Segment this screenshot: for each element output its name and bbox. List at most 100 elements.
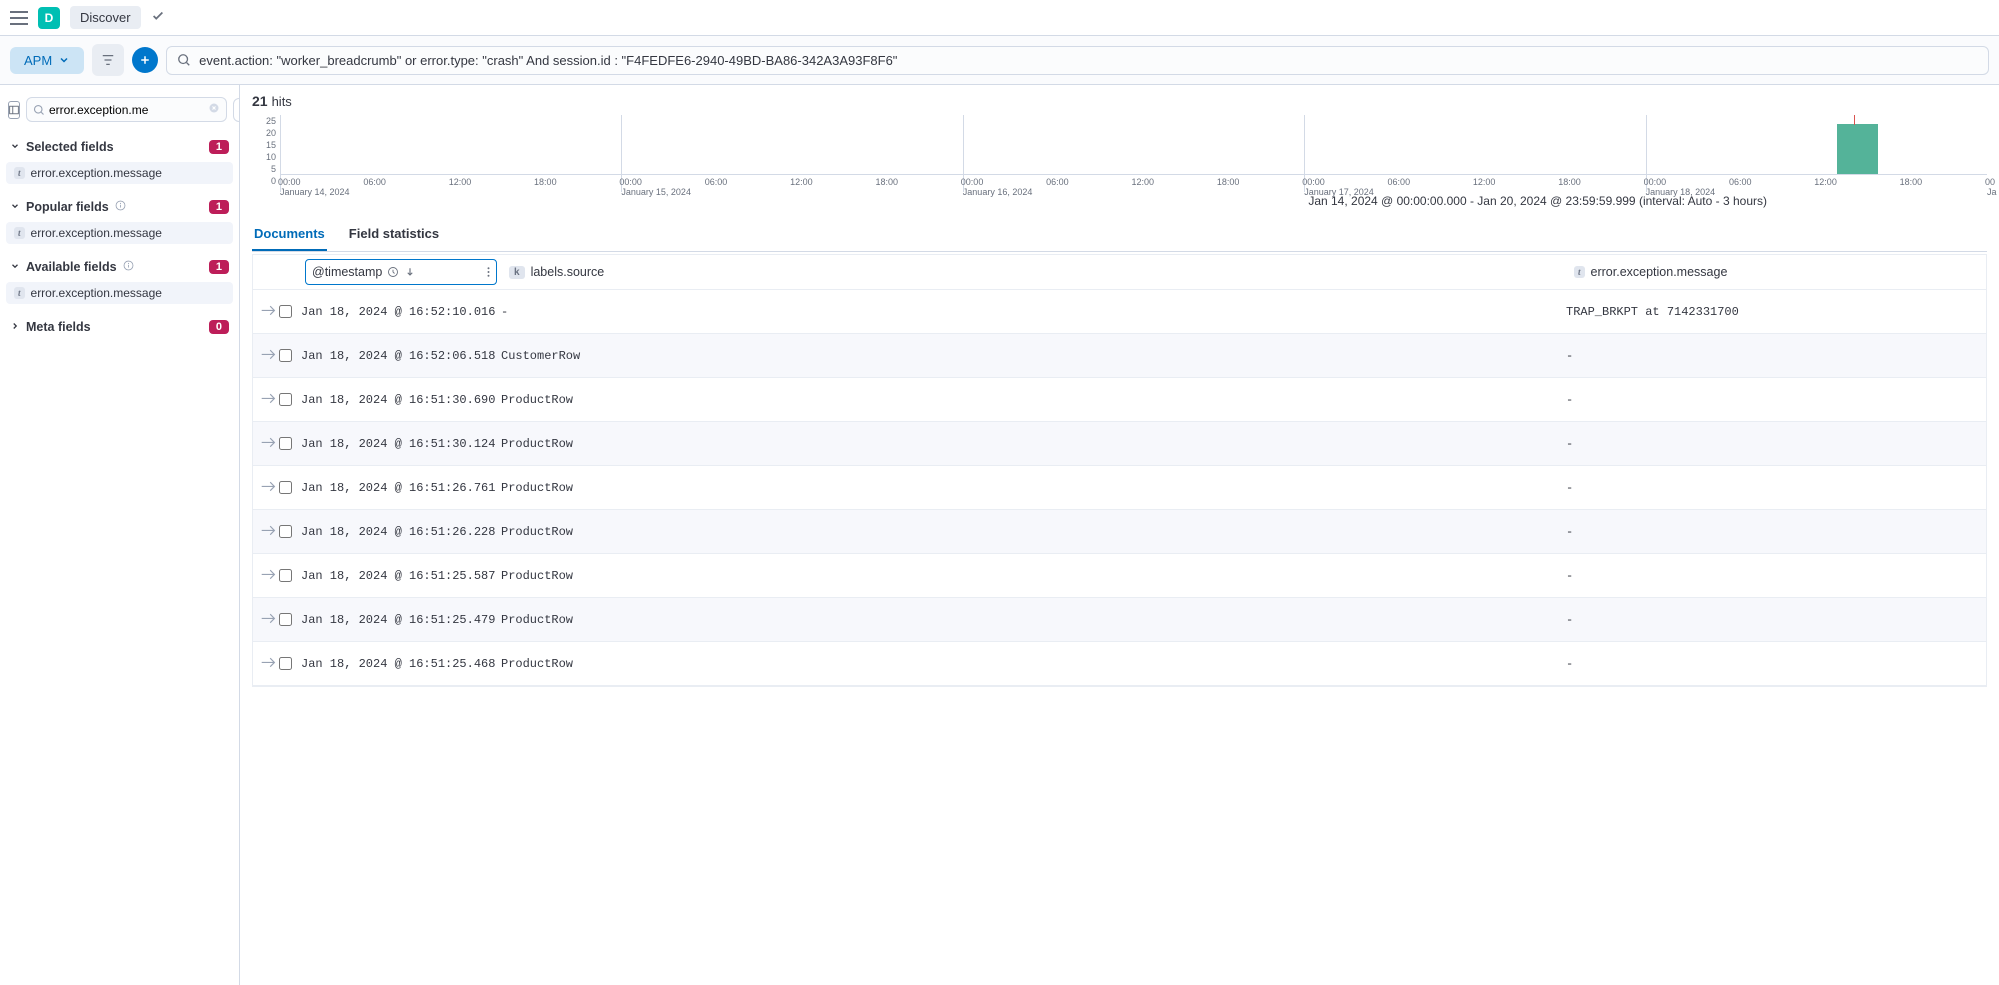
search-icon xyxy=(177,53,191,67)
x-tick: 18:00 xyxy=(1217,177,1240,187)
table-row: Jan 18, 2024 @ 16:51:25.479ProductRow- xyxy=(253,598,1986,642)
app-badge[interactable]: D xyxy=(38,7,60,29)
expand-row-icon[interactable] xyxy=(257,478,276,497)
section-label: Selected fields xyxy=(26,140,114,154)
row-source: ProductRow xyxy=(501,525,1566,539)
row-timestamp: Jan 18, 2024 @ 16:51:26.228 xyxy=(301,525,501,539)
tab-field-statistics[interactable]: Field statistics xyxy=(347,218,441,251)
dataview-selector[interactable]: APM xyxy=(10,47,84,74)
chevron-icon xyxy=(10,201,20,214)
filter-button[interactable] xyxy=(92,44,124,76)
expand-row-icon[interactable] xyxy=(257,390,276,409)
x-tick: 00:00 xyxy=(619,177,642,187)
sidebar-field-item[interactable]: t error.exception.message xyxy=(6,222,233,244)
menu-icon[interactable] xyxy=(10,11,28,25)
y-tick: 0 xyxy=(252,175,276,187)
query-input[interactable] xyxy=(199,53,1978,68)
source-label: labels.source xyxy=(531,265,605,279)
expand-row-icon[interactable] xyxy=(257,302,276,321)
row-source: ProductRow xyxy=(501,613,1566,627)
type-badge-text: t xyxy=(1574,266,1585,278)
add-filter-button[interactable] xyxy=(132,47,158,73)
time-marker xyxy=(1854,115,1855,125)
x-day-label: January 14, 2024 xyxy=(280,187,350,197)
section-count: 1 xyxy=(209,140,229,154)
sidebar-section[interactable]: Selected fields 1 xyxy=(6,134,233,160)
toggle-sidebar-icon[interactable] xyxy=(8,101,20,119)
tab-documents[interactable]: Documents xyxy=(252,218,327,251)
field-search[interactable] xyxy=(26,97,227,122)
x-tick: 06:00 xyxy=(1388,177,1411,187)
x-tick: 12:00 xyxy=(1814,177,1837,187)
main: 0 Selected fields 1 t error.exception.messa… xyxy=(0,85,1999,985)
row-checkbox[interactable] xyxy=(279,437,292,450)
app-name[interactable]: Discover xyxy=(70,6,141,29)
x-tick: 06:00 xyxy=(363,177,386,187)
row-error: - xyxy=(1566,525,1986,539)
row-checkbox[interactable] xyxy=(279,569,292,582)
expand-row-icon[interactable] xyxy=(257,654,276,673)
timestamp-label: @timestamp xyxy=(312,265,382,279)
row-source: ProductRow xyxy=(501,569,1566,583)
row-timestamp: Jan 18, 2024 @ 16:51:30.690 xyxy=(301,393,501,407)
clear-search-icon[interactable] xyxy=(208,102,220,117)
field-filter-button[interactable]: 0 xyxy=(233,98,240,122)
row-checkbox[interactable] xyxy=(279,481,292,494)
field-search-input[interactable] xyxy=(49,103,204,117)
x-tick: 00:00 xyxy=(1302,177,1325,187)
x-tick: 00:00 xyxy=(961,177,984,187)
check-icon[interactable] xyxy=(151,9,165,26)
row-timestamp: Jan 18, 2024 @ 16:51:25.468 xyxy=(301,657,501,671)
row-checkbox[interactable] xyxy=(279,305,292,318)
x-day-label: January 17, 2024 xyxy=(1304,187,1374,197)
x-day-label: January 18, 2024 xyxy=(1646,187,1716,197)
row-checkbox[interactable] xyxy=(279,657,292,670)
info-icon[interactable] xyxy=(115,200,126,214)
filter-icon xyxy=(101,53,115,67)
column-menu-icon[interactable] xyxy=(487,266,490,278)
field-name: error.exception.message xyxy=(31,226,162,240)
sidebar-section[interactable]: Available fields1 xyxy=(6,254,233,280)
histogram-bar[interactable] xyxy=(1837,124,1878,174)
type-badge-text: t xyxy=(14,287,25,299)
section-label: Popular fields xyxy=(26,200,109,214)
dataview-label: APM xyxy=(24,53,52,68)
expand-row-icon[interactable] xyxy=(257,566,276,585)
source-column-header[interactable]: k labels.source xyxy=(509,265,1558,279)
sidebar-section[interactable]: Popular fields1 xyxy=(6,194,233,220)
row-error: - xyxy=(1566,569,1986,583)
sidebar-section[interactable]: Meta fields0 xyxy=(6,314,233,340)
row-source: ProductRow xyxy=(501,437,1566,451)
error-column-header[interactable]: t error.exception.message xyxy=(1574,265,1978,279)
histogram-chart[interactable]: 2520151050 00:0006:0012:0018:00January 1… xyxy=(252,115,1987,190)
sidebar: 0 Selected fields 1 t error.exception.messa… xyxy=(0,85,240,985)
expand-row-icon[interactable] xyxy=(257,346,276,365)
x-tick: 12:00 xyxy=(1473,177,1496,187)
expand-row-icon[interactable] xyxy=(257,522,276,541)
row-error: TRAP_BRKPT at 7142331700 xyxy=(1566,305,1986,319)
row-timestamp: Jan 18, 2024 @ 16:52:06.518 xyxy=(301,349,501,363)
row-checkbox[interactable] xyxy=(279,525,292,538)
chart-grid xyxy=(280,115,1987,175)
row-checkbox[interactable] xyxy=(279,349,292,362)
row-source: ProductRow xyxy=(501,481,1566,495)
sidebar-field-item[interactable]: terror.exception.message xyxy=(6,162,233,184)
row-checkbox[interactable] xyxy=(279,613,292,626)
row-timestamp: Jan 18, 2024 @ 16:51:25.587 xyxy=(301,569,501,583)
y-tick: 25 xyxy=(252,115,276,127)
chevron-down-icon xyxy=(58,54,70,66)
section-label: Meta fields xyxy=(26,320,91,334)
results-table: @timestamp k labels.source t xyxy=(252,254,1987,687)
type-badge-text: t xyxy=(14,227,25,239)
expand-row-icon[interactable] xyxy=(257,610,276,629)
querybar: APM xyxy=(0,36,1999,85)
info-icon[interactable] xyxy=(123,260,134,274)
result-tabs: Documents Field statistics xyxy=(252,218,1987,252)
row-checkbox[interactable] xyxy=(279,393,292,406)
timestamp-column-header[interactable]: @timestamp xyxy=(305,259,497,285)
expand-row-icon[interactable] xyxy=(257,434,276,453)
chevron-icon xyxy=(10,321,20,334)
chevron-icon xyxy=(10,261,20,274)
query-input-wrap[interactable] xyxy=(166,46,1989,75)
sidebar-field-item[interactable]: terror.exception.message xyxy=(6,282,233,304)
